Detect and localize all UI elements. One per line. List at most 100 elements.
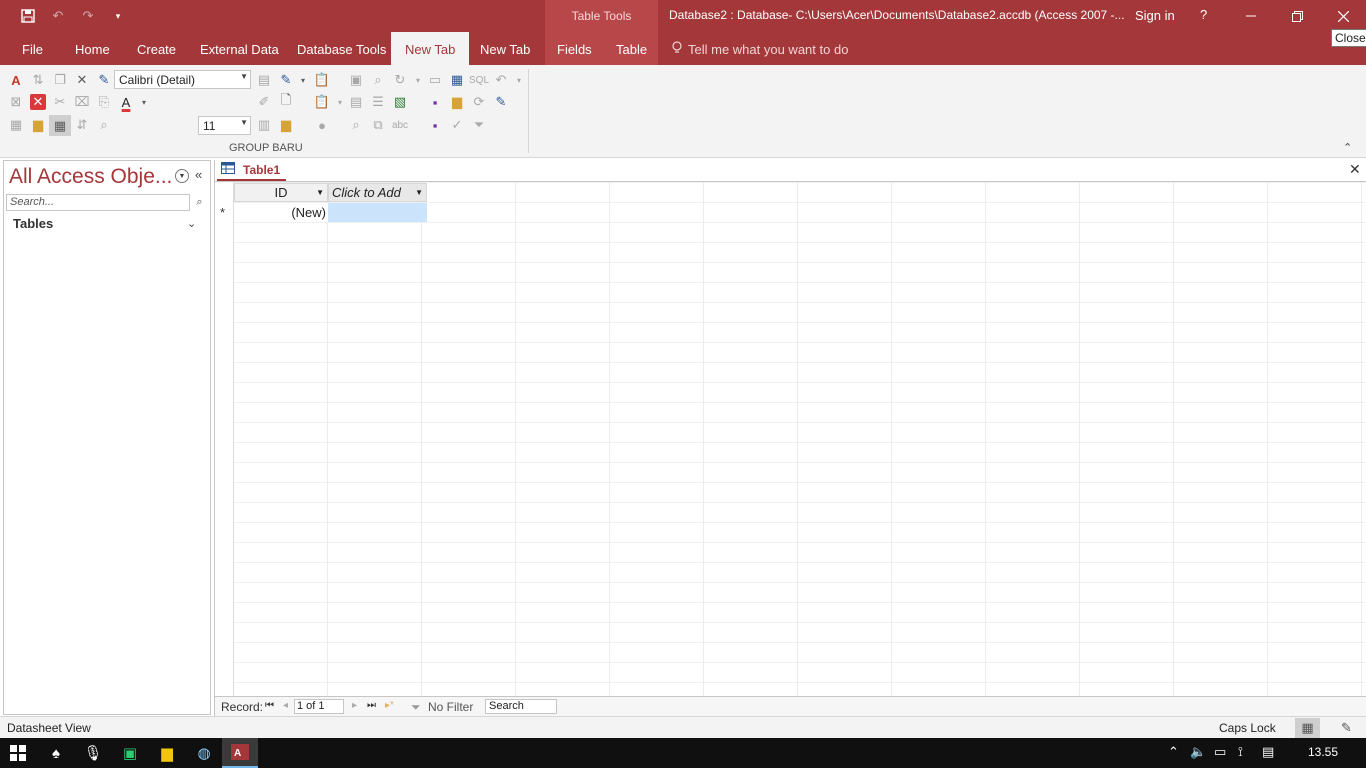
document-check-icon[interactable]: ▧ xyxy=(390,93,410,111)
paste-special-icon[interactable]: 📋 xyxy=(312,93,332,111)
document-tab[interactable]: Table1 xyxy=(217,160,287,181)
spelling-icon[interactable]: abc xyxy=(390,116,410,134)
sign-in-link[interactable]: Sign in xyxy=(1135,8,1175,23)
cut-icon[interactable]: ✂ xyxy=(50,93,70,111)
find-icon[interactable]: ⌕ xyxy=(94,116,114,134)
import-icon[interactable]: ▆ xyxy=(447,93,467,111)
record-selector-column[interactable] xyxy=(215,182,234,696)
last-record-icon[interactable]: ⏭ xyxy=(367,700,376,711)
sort-ascending-icon[interactable]: ⇅ xyxy=(28,71,48,89)
sort-descending-icon[interactable]: ⇵ xyxy=(72,116,92,134)
paste-icon[interactable]: 📋 xyxy=(312,71,332,89)
report-icon[interactable]: ▣ xyxy=(346,71,366,89)
column-header-id[interactable]: ID ▼ xyxy=(234,183,328,202)
undo-ribbon-icon[interactable]: ↶ xyxy=(491,71,511,89)
search-icon[interactable]: ⌕ xyxy=(191,194,208,211)
relationships-icon[interactable]: ⧉ xyxy=(368,116,388,134)
nav-search-input[interactable]: Search... xyxy=(6,194,190,211)
help-button[interactable]: ? xyxy=(1200,7,1207,22)
collapse-ribbon-icon[interactable]: ⌃ xyxy=(1343,141,1352,154)
save-as-icon[interactable]: ▪ xyxy=(425,93,445,111)
font-size-combo[interactable]: 11 ▼ xyxy=(198,116,251,135)
no-filter-icon[interactable]: ⏷ xyxy=(411,700,421,715)
delete-red-icon[interactable]: ✕ xyxy=(30,94,46,110)
table-properties-icon[interactable]: ▦ xyxy=(447,71,467,89)
clock[interactable]: 13.55 xyxy=(1308,745,1338,759)
new-record-icon[interactable]: ▸* xyxy=(385,700,394,711)
tab-file[interactable]: File xyxy=(12,32,53,65)
sync-icon[interactable]: ⟳ xyxy=(469,93,489,111)
store-icon[interactable]: ▣ xyxy=(112,738,148,768)
list-icon[interactable]: ☰ xyxy=(368,93,388,111)
show-hidden-icons[interactable]: ⌃ xyxy=(1168,744,1179,760)
folder-icon[interactable]: ▆ xyxy=(28,116,48,134)
wifi-icon[interactable]: ⟟ xyxy=(1238,744,1243,760)
tab-table[interactable]: Table xyxy=(606,32,657,65)
edit-chart-icon[interactable]: ✎ xyxy=(491,93,511,111)
shutter-bar-icon[interactable]: « xyxy=(195,167,202,182)
close-button[interactable] xyxy=(1320,0,1366,32)
save-icon[interactable] xyxy=(18,6,38,26)
font-color-icon[interactable]: A xyxy=(116,93,136,111)
chevron-down-icon[interactable]: ▼ xyxy=(415,184,423,201)
previous-record-icon[interactable]: ◂ xyxy=(283,700,288,711)
tab-external-data[interactable]: External Data xyxy=(190,32,289,65)
undo-dropdown-icon[interactable]: ▾ xyxy=(509,71,529,89)
page-icon[interactable]: ▭ xyxy=(425,71,445,89)
filter-status[interactable]: No Filter xyxy=(428,700,473,714)
tab-create[interactable]: Create xyxy=(127,32,186,65)
access-app-icon[interactable]: A xyxy=(222,738,258,768)
first-record-icon[interactable]: ⏮ xyxy=(265,700,274,711)
tab-new-tab-2[interactable]: New Tab xyxy=(470,32,540,65)
tell-me-box[interactable]: Tell me what you want to do xyxy=(672,41,848,57)
copy-icon[interactable]: ❐ xyxy=(50,71,70,89)
delete-icon[interactable]: ✕ xyxy=(72,71,92,89)
filter-icon[interactable]: ⏷ xyxy=(469,116,489,134)
refresh-icon[interactable]: ↻ xyxy=(390,71,410,89)
action-center-icon[interactable]: ▤ xyxy=(1262,744,1274,760)
file-explorer-icon[interactable]: ▆ xyxy=(149,738,185,768)
tab-database-tools[interactable]: Database Tools xyxy=(287,32,396,65)
volume-icon[interactable]: 🔈 xyxy=(1190,744,1206,760)
view-icon[interactable]: ▦ xyxy=(6,116,26,134)
font-color-dropdown-icon[interactable]: ▾ xyxy=(134,93,154,111)
format-painter-icon[interactable]: ⌧ xyxy=(72,93,92,111)
datasheet-grid[interactable]: ID ▼ Click to Add ▼ * (New) xyxy=(215,182,1366,696)
tab-new-tab-1[interactable]: New Tab xyxy=(391,32,470,65)
select-icon[interactable]: ▥ xyxy=(254,116,274,134)
close-document-icon[interactable]: ✕ xyxy=(1349,161,1361,178)
battery-icon[interactable]: ▭ xyxy=(1214,744,1226,760)
form-icon[interactable]: ▤ xyxy=(254,71,274,89)
new-document-icon[interactable]: 🗋 xyxy=(276,92,296,111)
save-changes-icon[interactable]: ▪ xyxy=(425,116,445,134)
dropdown-icon[interactable]: ▾ xyxy=(293,71,313,89)
brush-icon[interactable]: ✐ xyxy=(254,93,274,111)
spell-check-icon[interactable]: ✓ xyxy=(447,116,467,134)
column-header-click-to-add[interactable]: Click to Add ▼ xyxy=(328,183,427,202)
next-record-icon[interactable]: ▸ xyxy=(352,700,357,711)
open-folder-icon[interactable]: ▆ xyxy=(276,116,296,134)
nav-pane-title[interactable]: All Access Obje... xyxy=(9,165,172,189)
table-cell-selected[interactable] xyxy=(328,203,427,222)
attachment-icon[interactable]: ⎘ xyxy=(94,93,114,111)
app-icon[interactable]: ◍ xyxy=(186,738,222,768)
nav-menu-icon[interactable]: ▼ xyxy=(175,169,189,183)
nav-group-tables[interactable]: Tables xyxy=(13,216,53,231)
text-format-icon[interactable]: A xyxy=(6,71,26,89)
subform-icon[interactable]: ▤ xyxy=(346,93,366,111)
expand-group-icon[interactable]: ⌄ xyxy=(187,217,196,230)
restore-button[interactable] xyxy=(1274,0,1320,32)
windows-start-icon[interactable] xyxy=(0,738,36,768)
customize-qat-icon[interactable]: ▾ xyxy=(108,6,128,26)
font-name-combo[interactable]: Calibri (Detail) ▼ xyxy=(114,70,251,89)
sql-icon[interactable]: SQL xyxy=(469,71,489,89)
datasheet-icon[interactable]: ▦ xyxy=(49,115,71,136)
print-preview-icon[interactable]: ⌕ xyxy=(368,71,388,89)
minimize-button[interactable] xyxy=(1228,0,1274,32)
zoom-icon[interactable]: ⌕ xyxy=(346,116,366,134)
edit-list-icon[interactable]: ✎ xyxy=(94,71,114,89)
tab-home[interactable]: Home xyxy=(65,32,120,65)
delete-record-icon[interactable]: ⊠ xyxy=(6,93,26,111)
current-record-field[interactable]: 1 of 1 xyxy=(294,699,344,714)
datasheet-view-icon[interactable]: ▦ xyxy=(1295,718,1320,738)
